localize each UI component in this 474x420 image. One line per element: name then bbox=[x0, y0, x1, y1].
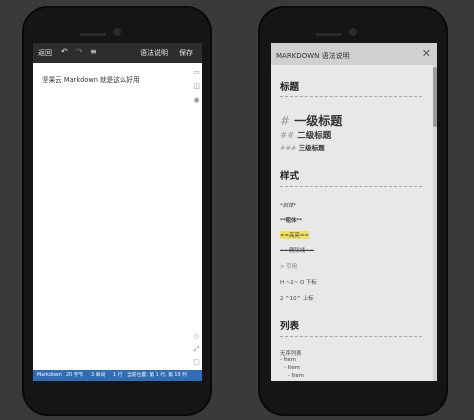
subscript-example: H ~2~ O 下标 bbox=[280, 280, 317, 286]
divider bbox=[280, 186, 422, 187]
syntax-panel-header: MARKDOWN 语法说明 ✕ bbox=[271, 43, 437, 65]
section-title-headings: 标题 bbox=[280, 82, 300, 93]
bold-example: **粗体** bbox=[280, 218, 303, 224]
divider bbox=[280, 336, 422, 337]
section-title-styles: 样式 bbox=[280, 171, 300, 182]
divider bbox=[280, 96, 422, 97]
syntax-screen: MARKDOWN 语法说明 ✕ 标题 # 一级标题 ## 二级标题 ### 三级… bbox=[271, 43, 437, 381]
editor-toolbar: 返回 ↶ ↷ ≡ 语法说明 保存 bbox=[33, 43, 202, 63]
h3-example: ### 三级标题 bbox=[280, 144, 325, 152]
preview-icon[interactable]: ▭ bbox=[193, 69, 200, 76]
menu-icon[interactable]: ≡ bbox=[90, 48, 97, 56]
status-position: 当前位置: 第 1 行, 第 19 列 bbox=[127, 373, 187, 378]
list-item: - Item bbox=[280, 357, 296, 363]
editor-screen: 返回 ↶ ↷ ≡ 语法说明 保存 坚果云 Markdown 就是这么好用 ▭ ◫… bbox=[33, 43, 202, 381]
speaker bbox=[316, 33, 342, 36]
fullscreen-icon[interactable]: ⤢ bbox=[193, 346, 200, 353]
h2-example: ## 二级标题 bbox=[280, 131, 332, 141]
list-item: - Item bbox=[284, 365, 300, 371]
quote-example: > 引用 bbox=[280, 264, 298, 270]
close-icon[interactable]: ✕ bbox=[422, 48, 431, 59]
drag-icon[interactable]: ◇ bbox=[193, 333, 200, 340]
front-camera bbox=[349, 28, 357, 36]
status-mode: Markdown bbox=[37, 373, 62, 378]
unordered-list-label: 无序列表 bbox=[280, 351, 302, 357]
highlight-example: ==高亮== bbox=[280, 231, 309, 239]
front-camera bbox=[113, 28, 121, 36]
superscript-example: 2 ^10^ 上标 bbox=[280, 296, 314, 302]
status-bytes: 20 字节 bbox=[66, 373, 84, 378]
save-button[interactable]: 保存 bbox=[179, 49, 193, 57]
undo-icon[interactable]: ↶ bbox=[61, 48, 68, 56]
phone-left: 返回 ↶ ↷ ≡ 语法说明 保存 坚果云 Markdown 就是这么好用 ▭ ◫… bbox=[22, 6, 212, 416]
syntax-help-button[interactable]: 语法说明 bbox=[140, 49, 168, 57]
strikethrough-example: ~~删除线~~ bbox=[280, 248, 315, 254]
scrollbar-thumb[interactable] bbox=[433, 67, 437, 127]
eye-icon[interactable]: ◉ bbox=[193, 97, 200, 104]
window-icon[interactable]: ▢ bbox=[193, 359, 200, 366]
status-bar: Markdown 20 字节 3 单词 1 行 当前位置: 第 1 行, 第 1… bbox=[33, 370, 202, 381]
redo-icon[interactable]: ↷ bbox=[76, 48, 83, 56]
h1-example: # 一级标题 bbox=[280, 114, 343, 128]
phone-right: MARKDOWN 语法说明 ✕ 标题 # 一级标题 ## 二级标题 ### 三级… bbox=[258, 6, 448, 416]
split-view-icon[interactable]: ◫ bbox=[193, 83, 200, 90]
status-lines: 1 行 bbox=[113, 373, 123, 378]
editor-content[interactable]: 坚果云 Markdown 就是这么好用 bbox=[42, 74, 140, 84]
italic-example: *斜体* bbox=[280, 203, 297, 209]
status-words: 3 单词 bbox=[91, 373, 106, 378]
section-title-lists: 列表 bbox=[280, 321, 300, 332]
syntax-panel-title: MARKDOWN 语法说明 bbox=[276, 52, 350, 60]
list-item: - Item bbox=[288, 373, 304, 379]
speaker bbox=[80, 33, 106, 36]
back-button[interactable]: 返回 bbox=[38, 49, 52, 57]
